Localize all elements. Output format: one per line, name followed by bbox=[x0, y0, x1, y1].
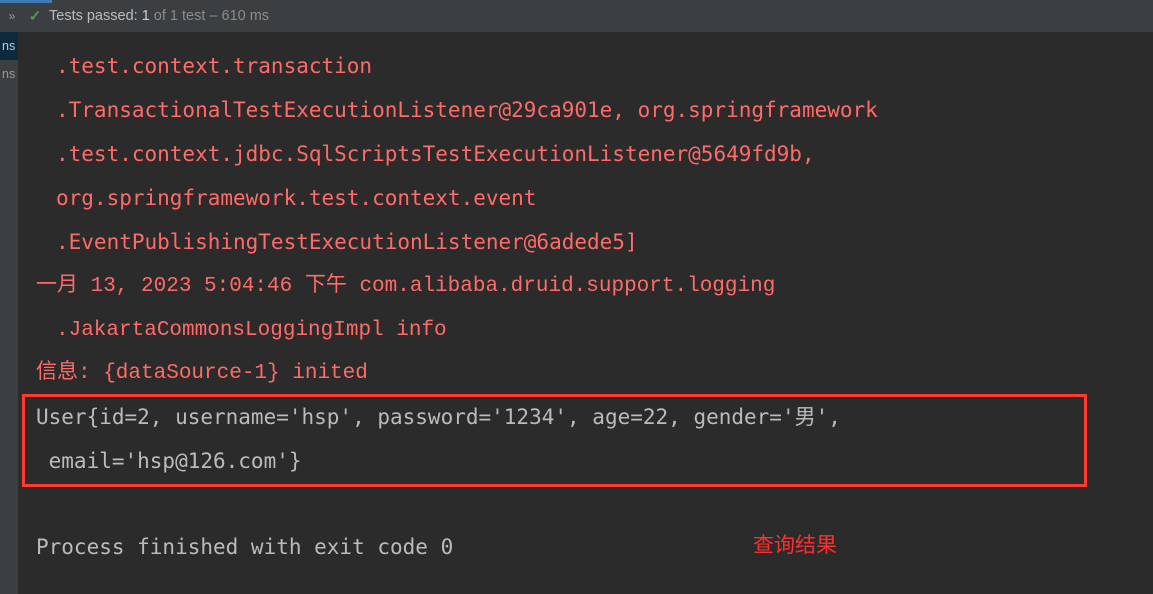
console-line-4: .EventPublishingTestExecutionListener@6a… bbox=[56, 230, 638, 254]
tests-passed-count: 1 bbox=[141, 8, 150, 24]
console-outer-gutter bbox=[1105, 32, 1153, 594]
console-right-strip bbox=[1087, 32, 1105, 594]
test-tree-item-0[interactable]: ns bbox=[0, 32, 18, 60]
test-tree-item-label: ns bbox=[2, 39, 16, 53]
console-line-5: 一月 13, 2023 5:04:46 下午 com.alibaba.druid… bbox=[36, 275, 776, 298]
test-tree-sidebar[interactable]: ns ns bbox=[0, 32, 18, 594]
console-line-7: 信息: {dataSource-1} inited bbox=[36, 362, 368, 385]
query-result-annotation-text: 查询结果 bbox=[753, 533, 837, 557]
console-line-10: Process finished with exit code 0 bbox=[36, 535, 454, 559]
console-line-1: .TransactionalTestExecutionListener@29ca… bbox=[56, 98, 878, 122]
console-line-0: .test.context.transaction bbox=[56, 54, 373, 78]
test-status-text: Tests passed: 1 of 1 test – 610 ms bbox=[49, 8, 269, 24]
green-check-icon: ✓ bbox=[28, 7, 42, 25]
test-progress-track bbox=[0, 0, 1153, 3]
console-line-8: User{id=2, username='hsp', password='123… bbox=[36, 405, 841, 429]
console-line-3: org.springframework.test.context.event bbox=[56, 186, 537, 210]
test-runner-status-bar: » ✓ Tests passed: 1 of 1 test – 610 ms bbox=[0, 0, 1153, 32]
console-line-6: .JakartaCommonsLoggingImpl info bbox=[56, 319, 447, 342]
test-progress-fill bbox=[0, 0, 52, 3]
tests-passed-detail: of 1 test – 610 ms bbox=[149, 8, 270, 24]
console-line-2: .test.context.jdbc.SqlScriptsTestExecuti… bbox=[56, 142, 815, 166]
console-output-panel[interactable]: .test.context.transaction .Transactional… bbox=[18, 32, 1105, 594]
test-tree-item-1[interactable]: ns bbox=[0, 60, 18, 88]
console-line-9: email='hsp@126.com'} bbox=[36, 449, 302, 473]
expand-chevron-icon[interactable]: » bbox=[5, 10, 19, 22]
test-tree-item-label: ns bbox=[2, 67, 16, 81]
tests-passed-label: Tests passed: bbox=[49, 8, 142, 24]
